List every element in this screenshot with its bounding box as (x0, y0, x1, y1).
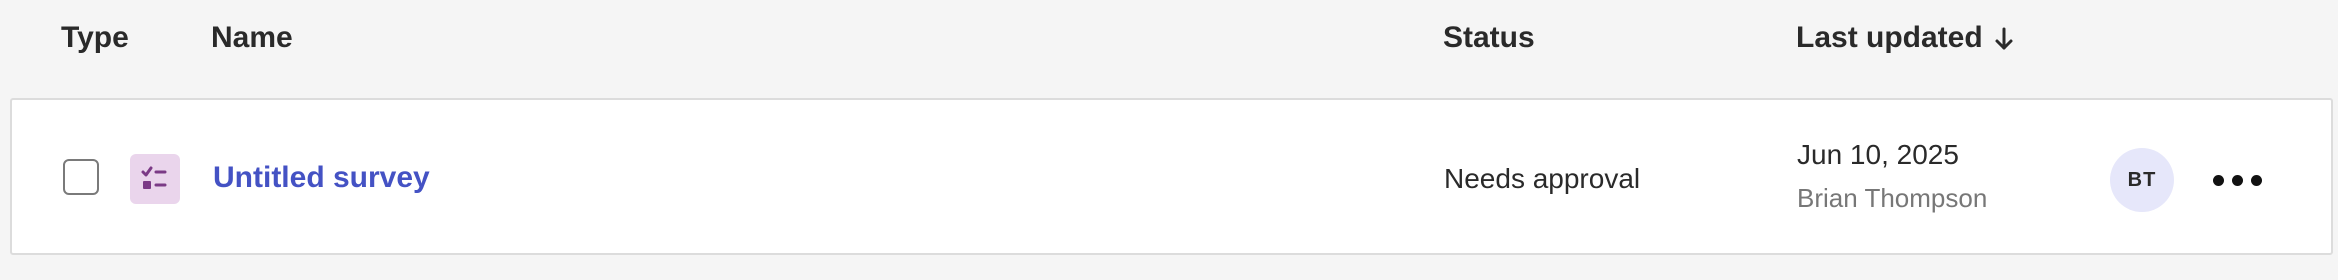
table-header: Type Name Status Last updated (0, 0, 2338, 98)
column-header-type[interactable]: Type (61, 18, 129, 58)
survey-checklist-icon (130, 154, 180, 204)
more-dot-icon (2250, 174, 2262, 186)
row-select-checkbox[interactable] (63, 159, 99, 195)
last-updated-by: Brian Thompson (1797, 183, 1988, 213)
more-options-button[interactable] (2202, 160, 2272, 200)
arrow-down-icon (1993, 24, 2015, 52)
more-dot-icon (2231, 174, 2243, 186)
last-updated-date: Jun 10, 2025 (1797, 139, 1959, 170)
column-header-name[interactable]: Name (211, 18, 293, 58)
survey-name-link[interactable]: Untitled survey (213, 158, 430, 198)
column-header-last-updated-label: Last updated (1796, 21, 1983, 54)
avatar[interactable]: BT (2110, 148, 2174, 212)
more-dot-icon (2212, 174, 2224, 186)
column-header-status[interactable]: Status (1443, 18, 1535, 58)
column-header-last-updated[interactable]: Last updated (1796, 18, 2015, 58)
status-text: Needs approval (1444, 163, 1641, 194)
table-row[interactable]: Untitled survey Needs approval Jun 10, 2… (10, 98, 2333, 255)
